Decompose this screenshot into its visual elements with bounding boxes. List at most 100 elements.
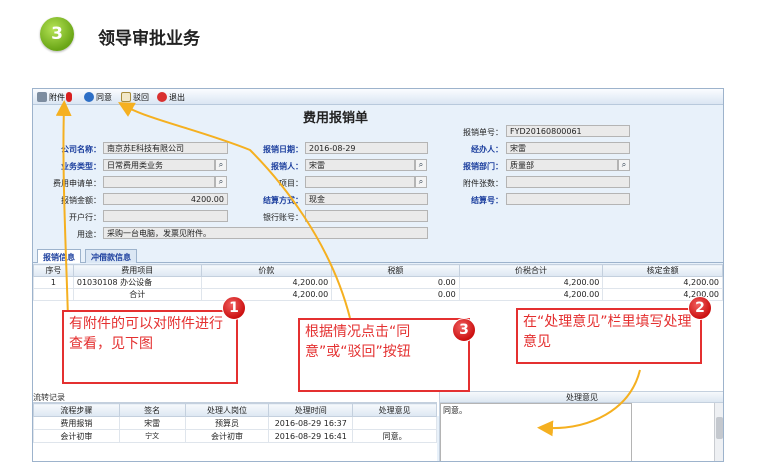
col-header[interactable]: 处理意见 <box>352 403 437 417</box>
table-cell: 同意。 <box>352 429 437 443</box>
biz-type-field[interactable]: 日常费用类业务 <box>103 159 215 171</box>
col-header[interactable]: 处理人岗位 <box>184 403 270 417</box>
table-row[interactable]: 1 01030108 办公设备 4,200.00 0.00 4,200.00 4… <box>33 276 723 289</box>
approve-button[interactable]: 同意 <box>84 91 112 103</box>
callout-attachment-tip: 有附件的可以对附件进行查看，见下图 <box>62 310 238 384</box>
account-field[interactable] <box>305 210 428 222</box>
approve-label: 同意 <box>96 92 112 102</box>
signature-text: 宁文 <box>145 432 160 440</box>
doc-no-label: 报销单号： <box>463 128 503 137</box>
reject-label: 驳回 <box>133 92 149 102</box>
settle-field[interactable]: 现金 <box>305 193 428 205</box>
biz-type-search-icon[interactable]: ⌕ <box>215 159 227 171</box>
step-number-badge: 3 <box>40 17 74 51</box>
exit-label: 退出 <box>169 92 185 102</box>
account-label: 银行账号： <box>263 213 303 222</box>
signature-cell: 宁文 <box>118 429 186 443</box>
col-header[interactable]: 费用项目 <box>72 264 202 277</box>
table-cell: 4,200.00 <box>200 288 333 301</box>
exit-button[interactable]: 退出 <box>157 91 185 103</box>
table-row[interactable]: 费用报销 宋雷 预算员 2016-08-29 16:37 <box>33 416 437 430</box>
request-field[interactable] <box>103 176 215 188</box>
col-header[interactable]: 核定金额 <box>602 264 723 277</box>
callout-text: 在“处理意见”栏里填写处理意见 <box>523 314 692 350</box>
amount-field[interactable]: 4200.00 <box>103 193 228 205</box>
col-header[interactable]: 处理时间 <box>268 403 354 417</box>
check-circle-icon <box>84 92 94 102</box>
request-search-icon[interactable]: ⌕ <box>215 176 227 188</box>
table-cell: 预算员 <box>184 416 270 430</box>
applicant-field[interactable]: 宋雷 <box>305 159 415 171</box>
table-cell: 2016-08-29 16:37 <box>268 416 354 430</box>
expense-form-window: 附件 同意 驳回 退出 费用报销单 报销单号： FYD20160800061 公… <box>32 88 724 462</box>
project-label: 项目： <box>279 179 303 188</box>
table-cell: 宋雷 <box>118 416 186 430</box>
company-label: 公司名称： <box>61 145 101 154</box>
table-cell: 合计 <box>72 288 202 301</box>
opinion-textarea[interactable]: 同意。 <box>440 403 632 461</box>
table-cell: 4,200.00 <box>200 276 333 289</box>
purpose-field[interactable]: 采购一台电脑，发票见附件。 <box>103 227 428 239</box>
reject-button[interactable]: 驳回 <box>121 91 149 103</box>
amount-label: 报销金额： <box>61 196 101 205</box>
flow-header-row: 流程步骤 签名 处理人岗位 处理时间 处理意见 <box>33 403 437 417</box>
callout-text: 根据情况点击“同意”或“驳回”按钮 <box>305 324 411 360</box>
opinion-scrollbar[interactable] <box>714 403 723 461</box>
project-search-icon[interactable]: ⌕ <box>415 176 427 188</box>
col-header[interactable]: 税额 <box>331 264 460 277</box>
bank-label: 开户行： <box>69 213 101 222</box>
dept-label: 报销部门： <box>463 162 503 171</box>
callout-text: 有附件的可以对附件进行查看，见下图 <box>69 316 223 352</box>
table-cell: 费用报销 <box>33 416 120 430</box>
attach-count-field[interactable] <box>506 176 630 188</box>
attachment-label: 附件 <box>49 92 65 102</box>
company-field[interactable]: 南京苏E科技有限公司 <box>103 142 228 154</box>
col-header[interactable]: 签名 <box>118 403 186 417</box>
table-cell: 4,200.00 <box>458 288 604 301</box>
settle-no-field[interactable] <box>506 193 630 205</box>
doc-no-field[interactable]: FYD20160800061 <box>506 125 630 137</box>
col-header[interactable]: 序号 <box>33 264 74 277</box>
table-row[interactable]: 会计初审 宁文 会计初审 2016-08-29 16:41 同意。 <box>33 429 437 443</box>
attachment-button[interactable]: 附件 <box>37 91 72 103</box>
callout-number-1: 1 <box>222 296 246 320</box>
applicant-label: 报销人： <box>271 162 303 171</box>
tab-loan-offset-info[interactable]: 冲借款信息 <box>85 249 137 263</box>
biz-type-label: 业务类型： <box>61 162 101 171</box>
form-title: 费用报销单 <box>303 111 369 126</box>
attach-count-label: 附件张数： <box>463 179 503 188</box>
date-label: 报销日期： <box>263 145 303 154</box>
table-cell: 01030108 办公设备 <box>72 276 202 289</box>
table-cell: 0.00 <box>331 276 460 289</box>
exit-icon <box>157 92 167 102</box>
tab-expense-info[interactable]: 报销信息 <box>37 249 81 263</box>
col-header[interactable]: 价税合计 <box>458 264 604 277</box>
settle-label: 结算方式： <box>263 196 303 205</box>
scroll-thumb[interactable] <box>716 417 723 439</box>
reject-document-icon <box>121 92 131 102</box>
project-field[interactable] <box>305 176 415 188</box>
page-title: 领导审批业务 <box>98 29 200 49</box>
table-total-row: 合计 4,200.00 0.00 4,200.00 4,200.00 <box>33 288 723 301</box>
opinion-panel: 处理意见 同意。 <box>439 391 723 461</box>
toolbar: 附件 同意 驳回 退出 <box>33 89 723 105</box>
bank-field[interactable] <box>103 210 228 222</box>
handler-field[interactable]: 宋雷 <box>506 142 630 154</box>
opinion-header: 处理意见 <box>440 392 723 403</box>
paperclip-icon <box>37 92 47 102</box>
col-header[interactable]: 流程步骤 <box>33 403 120 417</box>
table-cell <box>352 416 437 430</box>
purpose-label: 用途： <box>77 230 101 239</box>
table-cell: 会计初审 <box>184 429 270 443</box>
dept-search-icon[interactable]: ⌕ <box>618 159 630 171</box>
settle-no-label: 结算号： <box>471 196 503 205</box>
applicant-search-icon[interactable]: ⌕ <box>415 159 427 171</box>
date-field[interactable]: 2016-08-29 <box>305 142 428 154</box>
table-cell: 4,200.00 <box>458 276 604 289</box>
attachment-badge-icon <box>66 92 72 102</box>
table-cell: 1 <box>33 276 74 289</box>
table-cell: 会计初审 <box>33 429 120 443</box>
col-header[interactable]: 价款 <box>200 264 333 277</box>
flow-record-table: 流程步骤 签名 处理人岗位 处理时间 处理意见 费用报销 宋雷 预算员 2016… <box>33 402 437 461</box>
dept-field[interactable]: 质量部 <box>506 159 618 171</box>
